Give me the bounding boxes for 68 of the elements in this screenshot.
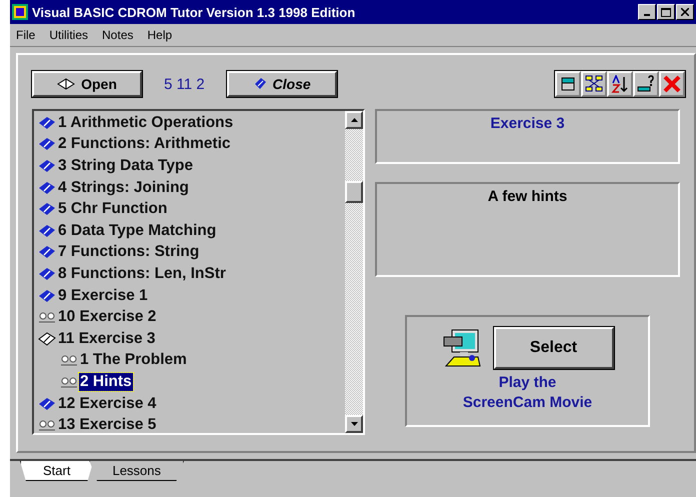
toolbar-button[interactable]: [633, 71, 659, 97]
tree-item[interactable]: 1 Arithmetic Operations: [57, 114, 234, 132]
book-icon: [38, 245, 56, 260]
menu-item[interactable]: Help: [147, 28, 172, 42]
menu-item[interactable]: Notes: [102, 28, 134, 42]
minimize-button[interactable]: [638, 4, 656, 20]
close-icon: [681, 8, 689, 16]
book-icon: [38, 224, 56, 238]
stack-icon: [559, 75, 577, 93]
book-icon: [38, 180, 56, 195]
diagram-icon: [585, 75, 603, 93]
open-book-icon: [57, 78, 76, 90]
scroll-thumb[interactable]: [345, 181, 363, 203]
tree-item[interactable]: 3 String Data Type: [57, 156, 194, 175]
open-book-icon: [38, 332, 56, 346]
glasses-icon: [60, 353, 78, 368]
book-icon: [38, 396, 56, 411]
tree-item[interactable]: 6 Data Type Matching: [57, 222, 218, 240]
tree-item[interactable]: 2 Functions: Arithmetic: [57, 135, 232, 154]
tree-item[interactable]: 7 Functions: String: [57, 243, 200, 262]
close-lesson-button[interactable]: Close: [226, 71, 337, 97]
delete-icon: [663, 75, 681, 93]
close-button[interactable]: [676, 4, 694, 20]
scroll-up-button[interactable]: [345, 111, 363, 129]
select-button[interactable]: Select: [494, 327, 614, 369]
position-counter: 5 11 2: [164, 76, 205, 92]
tree-item[interactable]: 4 Strings: Joining: [57, 178, 190, 197]
tree-item[interactable]: 8 Functions: Len, InStr: [57, 264, 227, 283]
tree-item[interactable]: 1 The Problem: [79, 351, 188, 370]
computer-camera-icon: [442, 328, 482, 368]
book-icon: [38, 116, 56, 130]
toolbar-button[interactable]: [607, 71, 633, 97]
toolbar-button[interactable]: [555, 71, 581, 97]
tree-item[interactable]: 9 Exercise 1: [57, 286, 149, 305]
book-icon: [38, 158, 56, 173]
question-icon: [637, 75, 655, 93]
exercise-title: Exercise 3: [490, 115, 565, 134]
menu-item[interactable]: Utilities: [49, 28, 88, 42]
maximize-button[interactable]: [657, 4, 675, 20]
book-icon: [252, 77, 267, 91]
tree-item[interactable]: 2 Hints: [79, 372, 133, 391]
scroll-down-button[interactable]: [345, 415, 363, 433]
movie-caption: Play the: [498, 373, 556, 393]
glasses-icon: [38, 310, 56, 324]
book-icon: [38, 137, 56, 152]
menu-item[interactable]: File: [16, 28, 36, 42]
app-icon: [12, 4, 28, 20]
glasses-icon: [38, 418, 56, 432]
sort-icon: [611, 75, 629, 93]
scrollbar[interactable]: [345, 111, 363, 433]
window-title: Visual BASIC CDROM Tutor Version 1.3 1998 Edition: [32, 4, 356, 20]
movie-caption: ScreenCam Movie: [462, 393, 592, 413]
tree-item[interactable]: 12 Exercise 4: [57, 394, 158, 413]
tree-item[interactable]: 5 Chr Function: [57, 200, 168, 218]
tab[interactable]: Lessons: [89, 461, 184, 481]
tab[interactable]: Start: [20, 461, 94, 481]
down-arrow-icon: [350, 422, 358, 426]
book-icon: [38, 202, 56, 216]
description-text: A few hints: [488, 188, 568, 207]
book-icon: [38, 288, 56, 303]
tree-item[interactable]: 11 Exercise 3: [57, 330, 156, 348]
toolbar-button[interactable]: [581, 71, 607, 97]
glasses-icon: [60, 374, 78, 389]
open-button[interactable]: Open: [32, 71, 142, 97]
book-icon: [38, 266, 56, 281]
tree-item[interactable]: 13 Exercise 5: [57, 416, 158, 433]
up-arrow-icon: [350, 118, 358, 122]
tree-item[interactable]: 10 Exercise 2: [57, 308, 158, 326]
